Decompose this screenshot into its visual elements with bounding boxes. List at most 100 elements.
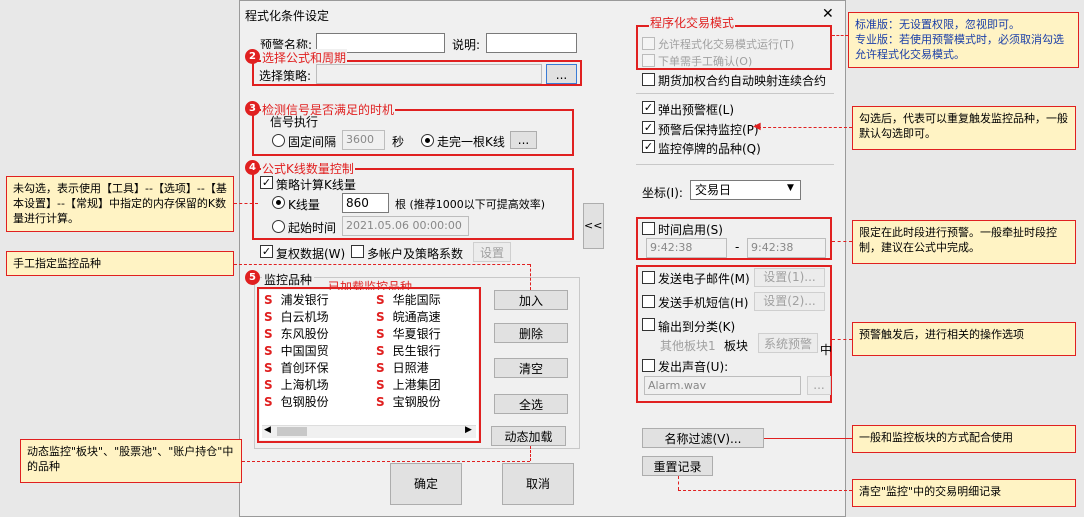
multi-account-setting-button[interactable]: 设置 [473, 242, 511, 262]
sound-file-input[interactable]: Alarm.wav [644, 376, 801, 395]
cancel-button[interactable]: 取消 [502, 463, 574, 505]
after-bar-radio[interactable] [421, 134, 434, 147]
fixed-interval-radio[interactable] [272, 134, 285, 147]
email-checkbox[interactable] [642, 271, 655, 284]
stock-marker: S [376, 361, 385, 375]
step-2-badge: 2 [245, 49, 260, 64]
leader-line-6 [832, 339, 852, 340]
scroll-left-icon[interactable]: ◀ [264, 425, 271, 435]
stock-marker: S [376, 293, 385, 307]
list-item[interactable]: S 宝钢股份 [376, 393, 441, 410]
sms-checkbox[interactable] [642, 295, 655, 308]
chevron-down-icon[interactable]: ▼ [787, 183, 794, 193]
list-item[interactable]: S 日照港 [376, 359, 429, 376]
list-item[interactable]: S 首创环保 [264, 359, 329, 376]
list-item[interactable]: S 包钢股份 [264, 393, 329, 410]
list-item[interactable]: S 上海机场 [264, 376, 329, 393]
sys-alert-button[interactable]: 系统预警 [758, 333, 818, 353]
coord-label: 坐标(I): [642, 186, 683, 200]
select-all-button[interactable]: 全选 [494, 394, 568, 414]
stock-name: 上海机场 [280, 378, 329, 392]
strategy-browse-button[interactable]: ... [546, 64, 577, 84]
close-icon[interactable]: ✕ [822, 6, 834, 22]
allow-auto-trade-checkbox[interactable] [642, 37, 655, 50]
multi-account-checkbox[interactable] [351, 245, 364, 258]
start-time-radio[interactable] [272, 220, 285, 233]
suspended-checkbox[interactable]: ✓ [642, 140, 655, 153]
scroll-right-icon[interactable]: ▶ [465, 425, 472, 435]
email-setting-button[interactable]: 设置(1)... [754, 268, 825, 287]
manual-confirm-checkbox[interactable] [642, 54, 655, 67]
suspended-label: 监控停牌的品种(Q) [658, 142, 761, 156]
adjusted-checkbox[interactable]: ✓ [260, 245, 273, 258]
right-separator-1 [636, 93, 834, 94]
leader-line-4 [234, 264, 530, 265]
bar-count-radio[interactable] [272, 196, 285, 209]
bar-count-input[interactable]: 860 [342, 193, 389, 213]
time-enable-label: 时间启用(S) [658, 223, 723, 237]
stock-name: 包钢股份 [280, 395, 329, 409]
dynamic-load-button[interactable]: 动态加载 [491, 426, 566, 446]
leader-line-9a [678, 476, 679, 490]
note-manual: 手工指定监控品种 [6, 251, 234, 276]
stock-marker: S [264, 361, 273, 375]
classify-checkbox[interactable] [642, 318, 655, 331]
desc-input[interactable] [486, 33, 577, 53]
stock-name: 东风股份 [280, 327, 329, 341]
note-unchecked: 未勾选，表示使用【工具】--【选项】--【基本设置】--【常规】中指定的内存保留… [6, 176, 234, 232]
note-pro-text: 专业版：若使用预警模式时，必须取消勾选允许程式化交易模式。 [855, 33, 1064, 61]
delete-button[interactable]: 删除 [494, 323, 568, 343]
list-item[interactable]: S 民生银行 [376, 342, 441, 359]
keep-monitor-checkbox[interactable]: ✓ [642, 121, 655, 134]
sound-checkbox[interactable] [642, 359, 655, 372]
manual-confirm-label: 下单需手工确认(O) [658, 55, 753, 68]
list-item[interactable]: S 白云机场 [264, 308, 329, 325]
list-item[interactable]: S 上港集团 [376, 376, 441, 393]
interval-input[interactable]: 3600 [342, 130, 385, 150]
list-item[interactable]: S 东风股份 [264, 325, 329, 342]
list-item[interactable]: S 华能国际 [376, 291, 441, 308]
scroll-thumb[interactable] [277, 427, 307, 436]
strategy-input[interactable] [316, 64, 542, 84]
note-version: 标准版：无设置权限，忽视即可。 专业版：若使用预警模式时，必须取消勾选允许程式化… [848, 12, 1079, 68]
add-button[interactable]: 加入 [494, 290, 568, 310]
ok-button[interactable]: 确定 [390, 463, 462, 505]
popup-checkbox[interactable]: ✓ [642, 101, 655, 114]
collapse-button[interactable]: <<< [583, 203, 604, 249]
time-to-input[interactable]: 9:42:38 [747, 238, 826, 258]
stock-marker: S [376, 310, 385, 324]
stock-name: 首创环保 [280, 361, 329, 375]
sms-setting-button[interactable]: 设置(2)... [754, 292, 825, 311]
signal-legend: 信号执行 [270, 115, 319, 129]
stock-name: 上港集团 [392, 378, 441, 392]
stock-name: 宝钢股份 [392, 395, 441, 409]
list-item[interactable]: S 浦发银行 [264, 291, 329, 308]
step-4-badge: 4 [245, 160, 260, 175]
note-reset: 清空"监控"中的交易明细记录 [852, 479, 1076, 507]
leader-line-5 [832, 241, 852, 242]
leader-line-9 [678, 490, 852, 491]
name-filter-button[interactable]: 名称过滤(V)... [642, 428, 764, 448]
email-label: 发送电子邮件(M) [658, 272, 750, 286]
clear-button[interactable]: 清空 [494, 358, 568, 378]
zhong-label: 中 [820, 343, 833, 357]
bar-control-annotation: 公式K线数量控制 [261, 160, 355, 177]
futures-map-checkbox[interactable] [642, 73, 655, 86]
sound-browse-button[interactable]: ... [807, 376, 831, 395]
list-item[interactable]: S 皖通高速 [376, 308, 441, 325]
signal-more-button[interactable]: ... [510, 131, 537, 149]
start-time-input[interactable]: 2021.05.06 00:00:00 [342, 216, 469, 236]
sound-label: 发出声音(U): [658, 360, 729, 374]
reset-record-button[interactable]: 重置记录 [642, 456, 713, 476]
list-item[interactable]: S 中国国贸 [264, 342, 329, 359]
time-from-input[interactable]: 9:42:38 [646, 238, 727, 258]
leader-line-1 [832, 35, 848, 36]
coord-select[interactable]: 交易日 [690, 180, 801, 200]
block-label: 板块 [724, 339, 749, 353]
allow-auto-trade-label: 允许程式化交易模式运行(T) [658, 38, 795, 51]
strategy-bars-checkbox[interactable]: ✓ [260, 176, 273, 189]
list-item[interactable]: S 华夏银行 [376, 325, 441, 342]
stock-marker: S [264, 293, 273, 307]
time-enable-checkbox[interactable] [642, 222, 655, 235]
sms-label: 发送手机短信(H) [658, 296, 749, 310]
